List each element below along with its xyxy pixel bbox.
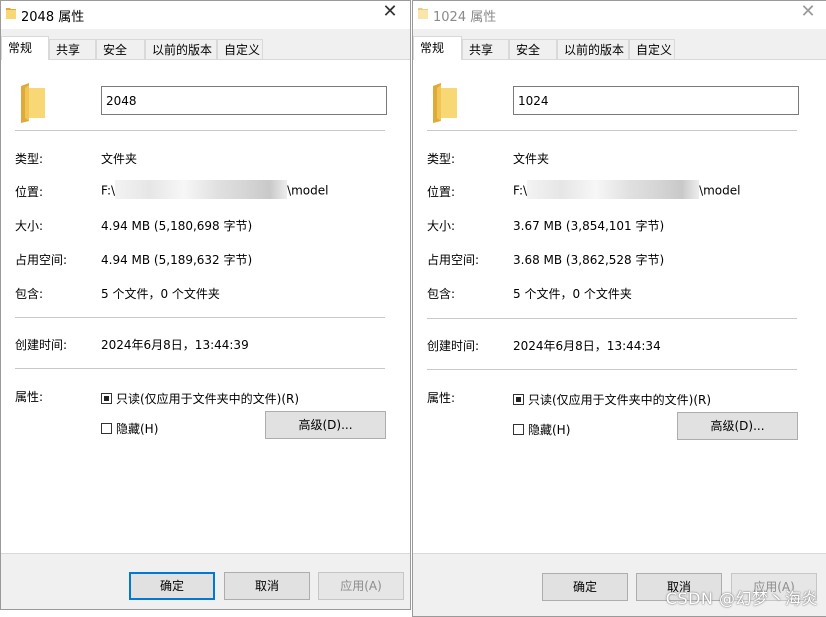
readonly-checkbox[interactable]: 只读(仅应用于文件夹中的文件)(R) [101, 390, 299, 407]
readonly-label: 只读(仅应用于文件夹中的文件)(R) [528, 393, 712, 407]
properties-dialog-2048: 2048 属性 ✕ 常规 共享 安全 以前的版本 自定义 类型: 文件夹 位置:… [0, 0, 411, 610]
tab-sharing[interactable]: 共享 [49, 39, 96, 59]
location-label: 位置: [15, 185, 44, 199]
contains-value: 5 个文件，0 个文件夹 [101, 287, 220, 301]
general-panel: 类型: 文件夹 位置: F:\ \model 大小: 4.94 MB (5,180… [1, 59, 410, 554]
window-title: 1024 属性 [433, 10, 497, 25]
created-value: 2024年6月8日，13:44:39 [101, 338, 249, 352]
contains-label: 包含: [15, 287, 44, 301]
tab-general[interactable]: 常规 [1, 36, 49, 60]
tab-customize[interactable]: 自定义 [217, 39, 263, 59]
location-prefix: F:\ [513, 183, 528, 198]
size-label: 大小: [427, 219, 456, 233]
ok-button[interactable]: 确定 [129, 572, 215, 600]
separator [427, 318, 797, 319]
size-value: 4.94 MB (5,180,698 字节) [101, 219, 253, 233]
folder-icon [431, 82, 459, 127]
tab-sharing[interactable]: 共享 [462, 39, 509, 59]
checkbox-unchecked[interactable] [101, 422, 112, 434]
ok-button[interactable]: 确定 [542, 573, 628, 601]
location-prefix: F:\ [101, 183, 116, 198]
general-panel: 类型: 文件夹 位置: F:\ \model 大小: 3.67 MB (3,854… [413, 59, 826, 554]
tab-security[interactable]: 安全 [509, 39, 557, 59]
tab-previous-versions[interactable]: 以前的版本 [145, 39, 217, 59]
type-label: 类型: [427, 152, 456, 166]
redacted-path [115, 180, 288, 199]
tab-customize[interactable]: 自定义 [629, 39, 675, 59]
folder-icon [5, 6, 17, 23]
checkbox-unchecked[interactable] [513, 423, 524, 435]
apply-button[interactable]: 应用(A) [318, 572, 404, 600]
location-value: F:\ \model [513, 180, 741, 199]
window-title: 2048 属性 [21, 10, 85, 25]
attributes-label: 属性: [427, 391, 456, 405]
location-suffix: \model [699, 183, 741, 198]
separator [15, 317, 385, 318]
disk-size-label: 占用空间: [427, 253, 480, 267]
hidden-label: 隐藏(H) [116, 422, 159, 436]
folder-icon [417, 6, 429, 23]
disk-size-value: 4.94 MB (5,189,632 字节) [101, 253, 253, 267]
folder-name-input[interactable] [101, 86, 387, 115]
separator [15, 368, 385, 369]
folder-icon [19, 82, 47, 127]
disk-size-label: 占用空间: [15, 253, 68, 267]
separator [427, 369, 797, 370]
contains-label: 包含: [427, 287, 456, 301]
redacted-path [527, 180, 700, 199]
close-icon[interactable]: ✕ [382, 3, 398, 21]
advanced-button[interactable]: 高级(D)... [265, 411, 386, 439]
readonly-label: 只读(仅应用于文件夹中的文件)(R) [116, 392, 300, 406]
created-label: 创建时间: [15, 338, 68, 352]
tab-general[interactable]: 常规 [413, 36, 462, 60]
size-label: 大小: [15, 219, 44, 233]
tab-previous-versions[interactable]: 以前的版本 [557, 39, 629, 59]
folder-name-input[interactable] [513, 86, 799, 115]
hidden-checkbox[interactable]: 隐藏(H) [101, 420, 158, 437]
created-label: 创建时间: [427, 339, 480, 353]
properties-dialog-1024: 1024 属性 ✕ 常规 共享 安全 以前的版本 自定义 类型: 文件夹 位置:… [412, 0, 826, 617]
readonly-checkbox[interactable]: 只读(仅应用于文件夹中的文件)(R) [513, 391, 711, 408]
advanced-button[interactable]: 高级(D)... [677, 412, 798, 440]
cancel-button[interactable]: 取消 [224, 572, 310, 600]
size-value: 3.67 MB (3,854,101 字节) [513, 219, 665, 233]
location-value: F:\ \model [101, 180, 329, 199]
title-bar[interactable]: 2048 属性 ✕ [1, 1, 410, 29]
contains-value: 5 个文件，0 个文件夹 [513, 287, 632, 301]
checkbox-indeterminate[interactable] [513, 393, 524, 405]
title-bar[interactable]: 1024 属性 ✕ [413, 1, 826, 29]
location-suffix: \model [287, 183, 329, 198]
type-value: 文件夹 [101, 152, 138, 166]
location-label: 位置: [427, 185, 456, 199]
separator [15, 130, 385, 131]
attributes-label: 属性: [15, 390, 44, 404]
checkbox-indeterminate[interactable] [101, 392, 112, 404]
disk-size-value: 3.68 MB (3,862,528 字节) [513, 253, 665, 267]
hidden-label: 隐藏(H) [528, 423, 571, 437]
type-label: 类型: [15, 152, 44, 166]
close-icon[interactable]: ✕ [800, 3, 816, 21]
tab-security[interactable]: 安全 [96, 39, 145, 59]
created-value: 2024年6月8日，13:44:34 [513, 339, 661, 353]
separator [427, 130, 797, 131]
hidden-checkbox[interactable]: 隐藏(H) [513, 421, 570, 438]
watermark: CSDN @幻梦丶海炎 [665, 589, 818, 608]
type-value: 文件夹 [513, 152, 550, 166]
